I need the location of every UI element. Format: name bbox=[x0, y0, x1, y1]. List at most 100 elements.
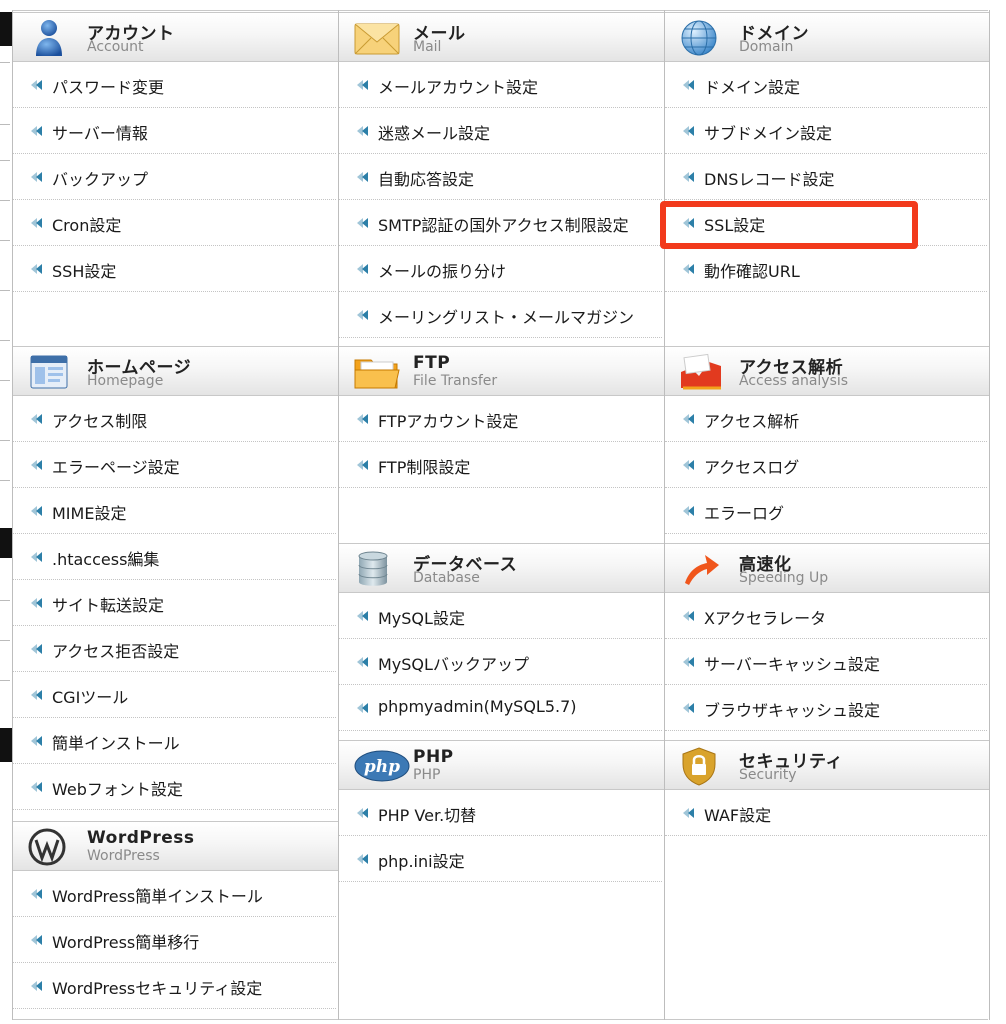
arrow-bullet-icon bbox=[29, 411, 47, 427]
menu-item-link[interactable]: 迷惑メール設定 bbox=[339, 108, 662, 154]
menu-item-link[interactable]: バックアップ bbox=[13, 154, 336, 200]
arrow-bullet-icon bbox=[681, 503, 699, 519]
menu-item-link[interactable]: ブラウザキャッシュ設定 bbox=[665, 685, 987, 731]
menu-item-link[interactable]: Webフォント設定 bbox=[13, 764, 336, 810]
menu-item-link[interactable]: アクセス解析 bbox=[665, 396, 987, 442]
menu-item-label: サーバーキャッシュ設定 bbox=[704, 655, 880, 674]
menu-item-link[interactable]: WordPress簡単インストール bbox=[13, 871, 336, 917]
arrow-bullet-icon bbox=[29, 641, 47, 657]
menu-item-link[interactable]: メールアカウント設定 bbox=[339, 62, 662, 108]
menu-item-link[interactable]: WAF設定 bbox=[665, 790, 987, 836]
section-header: php PHP PHP bbox=[339, 740, 664, 790]
menu-item-label: パスワード変更 bbox=[52, 78, 165, 97]
menu-item-link[interactable]: Cron設定 bbox=[13, 200, 336, 246]
arrow-bullet-icon bbox=[29, 549, 47, 565]
menu-item-link[interactable]: Xアクセラレータ bbox=[665, 593, 987, 639]
menu-item-link[interactable]: エラーページ設定 bbox=[13, 442, 336, 488]
svg-text:php: php bbox=[364, 757, 400, 777]
menu-item-link[interactable]: メーリングリスト・メールマガジン bbox=[339, 292, 662, 338]
menu-item-label: WordPress簡単インストール bbox=[52, 887, 263, 906]
menu-item-label: ブラウザキャッシュ設定 bbox=[704, 701, 881, 720]
menu-item-link[interactable]: MySQLバックアップ bbox=[339, 639, 662, 685]
edge-tick bbox=[0, 480, 10, 481]
menu-item-link[interactable]: 自動応答設定 bbox=[339, 154, 662, 200]
menu-section: WordPress WordPress WordPress簡単インストール Wor… bbox=[13, 821, 338, 1009]
menu-item-link[interactable]: MIME設定 bbox=[13, 488, 336, 534]
menu-item-link[interactable]: エラーログ bbox=[665, 488, 987, 534]
menu-section: ホームページ Homepage アクセス制限 エラーページ設定 MIME設定 .h… bbox=[13, 346, 338, 810]
arrow-bullet-icon bbox=[355, 851, 373, 867]
menu-item-link[interactable]: アクセス拒否設定 bbox=[13, 626, 336, 672]
chart-icon bbox=[679, 352, 723, 392]
globe-icon bbox=[679, 18, 723, 58]
menu-item-label: WordPress簡単移行 bbox=[52, 933, 200, 952]
arrow-bullet-icon bbox=[29, 978, 47, 994]
arrow-bullet-icon bbox=[681, 608, 699, 624]
menu-item-link[interactable]: MySQL設定 bbox=[339, 593, 662, 639]
menu-item-link[interactable]: SSH設定 bbox=[13, 246, 336, 292]
arrow-bullet-icon bbox=[681, 457, 699, 473]
arrow-bullet-icon bbox=[355, 261, 373, 277]
edge-tick bbox=[0, 160, 10, 161]
menu-item-link[interactable]: FTP制限設定 bbox=[339, 442, 662, 488]
menu-item-link[interactable]: .htaccess編集 bbox=[13, 534, 336, 580]
menu-item-link[interactable]: アクセス制限 bbox=[13, 396, 336, 442]
menu-item-link[interactable]: パスワード変更 bbox=[13, 62, 336, 108]
arrow-bullet-icon bbox=[355, 307, 373, 323]
edge-block bbox=[0, 528, 12, 558]
left-edge-strip bbox=[0, 0, 12, 1024]
database-icon bbox=[353, 549, 397, 589]
menu-item-label: 動作確認URL bbox=[704, 262, 800, 281]
menu-item-link[interactable]: WordPress簡単移行 bbox=[13, 917, 336, 963]
menu-item-link[interactable]: サブドメイン設定 bbox=[665, 108, 987, 154]
edge-tick bbox=[0, 124, 10, 125]
menu-item-label: PHP Ver.切替 bbox=[378, 806, 477, 825]
edge-tick bbox=[0, 200, 10, 201]
menu-column: ドメイン Domain ドメイン設定 サブドメイン設定 DNSレコード設定 SSL… bbox=[664, 10, 990, 1020]
menu-item-link[interactable]: PHP Ver.切替 bbox=[339, 790, 662, 836]
arrow-bullet-icon bbox=[681, 123, 699, 139]
menu-item-link[interactable]: サーバー情報 bbox=[13, 108, 336, 154]
menu-item-link[interactable]: サイト転送設定 bbox=[13, 580, 336, 626]
menu-item-label: アクセス解析 bbox=[704, 412, 800, 431]
menu-section: 高速化 Speeding Up Xアクセラレータ サーバーキャッシュ設定 ブラウザ… bbox=[665, 543, 989, 731]
menu-item-label: アクセス制限 bbox=[52, 412, 148, 431]
menu-item-link[interactable]: SMTP認証の国外アクセス制限設定 bbox=[339, 200, 662, 246]
menu-item-label: SSH設定 bbox=[52, 262, 117, 281]
menu-item-label: php.ini設定 bbox=[378, 852, 465, 871]
section-title: WordPress bbox=[87, 828, 195, 848]
menu-item-link[interactable]: ドメイン設定 bbox=[665, 62, 987, 108]
menu-item-link[interactable]: サーバーキャッシュ設定 bbox=[665, 639, 987, 685]
menu-item-link[interactable]: DNSレコード設定 bbox=[665, 154, 987, 200]
arrow-bullet-icon bbox=[29, 687, 47, 703]
arrow-bullet-icon bbox=[29, 733, 47, 749]
menu-item-link[interactable]: CGIツール bbox=[13, 672, 336, 718]
arrow-bullet-icon bbox=[355, 77, 373, 93]
menu-item-label: MySQL設定 bbox=[378, 609, 465, 628]
menu-item-link[interactable]: FTPアカウント設定 bbox=[339, 396, 662, 442]
menu-item-link[interactable]: 動作確認URL bbox=[665, 246, 987, 292]
menu-item-label: サーバー情報 bbox=[52, 124, 148, 143]
menu-section: ドメイン Domain ドメイン設定 サブドメイン設定 DNSレコード設定 SSL… bbox=[665, 12, 989, 292]
menu-item-link[interactable]: SSL設定 bbox=[665, 200, 987, 246]
menu-item-label: WordPressセキュリティ設定 bbox=[52, 979, 263, 998]
speed-arrow-icon bbox=[679, 549, 723, 589]
arrow-bullet-icon bbox=[355, 654, 373, 670]
menu-item-link[interactable]: メールの振り分け bbox=[339, 246, 662, 292]
section-header: アクセス解析 Access analysis bbox=[665, 346, 989, 396]
edge-tick bbox=[0, 290, 10, 291]
menu-item-link[interactable]: アクセスログ bbox=[665, 442, 987, 488]
menu-item-label: FTPアカウント設定 bbox=[378, 412, 519, 431]
menu-item-link[interactable]: WordPressセキュリティ設定 bbox=[13, 963, 336, 1009]
menu-item-label: CGIツール bbox=[52, 688, 129, 707]
menu-item-link[interactable]: phpmyadmin(MySQL5.7) bbox=[339, 685, 662, 731]
edge-tick bbox=[0, 680, 10, 681]
menu-item-link[interactable]: 簡単インストール bbox=[13, 718, 336, 764]
menu-item-label: DNSレコード設定 bbox=[704, 170, 835, 189]
menu-item-link[interactable]: php.ini設定 bbox=[339, 836, 662, 882]
php-icon: php bbox=[353, 746, 410, 786]
section-subtitle: Account bbox=[87, 39, 144, 55]
menu-section: php PHP PHP PHP Ver.切替 php.ini設定 bbox=[339, 740, 664, 882]
menu-item-label: メールの振り分け bbox=[378, 262, 507, 281]
menu-section: FTP File Transfer FTPアカウント設定 FTP制限設定 bbox=[339, 346, 664, 488]
